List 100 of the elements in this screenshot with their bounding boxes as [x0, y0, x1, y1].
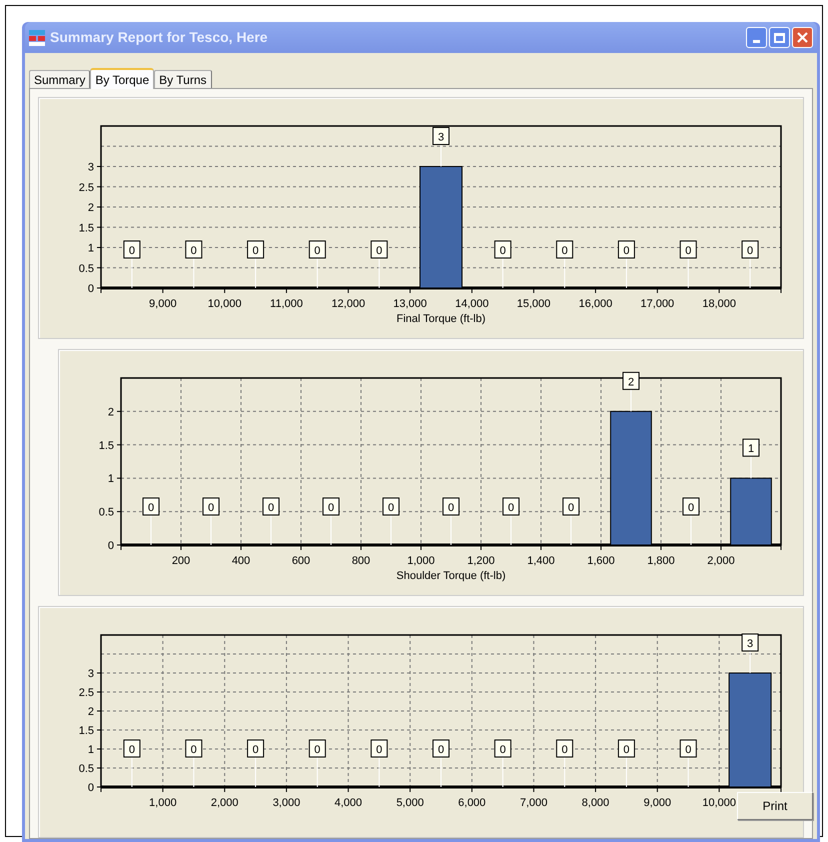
- axis-tick-label: 1,200: [467, 555, 495, 567]
- axis-tick-label: 1.5: [98, 440, 114, 452]
- data-label: 0: [328, 502, 334, 514]
- axis-tick-label: 1,400: [527, 555, 555, 567]
- axis-tick-label: 9,000: [644, 797, 672, 809]
- axis-tick-label: 200: [172, 555, 190, 567]
- axis-tick-label: 800: [352, 555, 370, 567]
- axis-tick-label: 14,000: [455, 298, 489, 310]
- value-label: 0: [618, 740, 635, 758]
- axis-tick-label: 2: [88, 202, 94, 214]
- value-label: 0: [185, 740, 202, 758]
- data-label: 0: [562, 245, 568, 257]
- window-title: Summary Report for Tesco, Here: [50, 28, 268, 47]
- axis-tick-label: 2: [88, 706, 94, 718]
- value-label: 0: [123, 740, 140, 758]
- data-label: 0: [376, 744, 382, 756]
- axis-tick-label: 2: [108, 406, 114, 418]
- data-label: 0: [562, 744, 568, 756]
- axis-tick-label: 600: [292, 555, 310, 567]
- data-label: 0: [500, 245, 506, 257]
- value-label: 0: [494, 740, 512, 758]
- value-label: 0: [680, 240, 697, 258]
- axis-tick-label: 10,000: [702, 797, 736, 809]
- axis-tick-label: 6,000: [458, 797, 486, 809]
- axis-tick-label: 1.5: [78, 222, 94, 234]
- axis-tick-label: 7,000: [520, 797, 548, 809]
- value-label: 0: [370, 740, 388, 758]
- axis-tick-label: 15,000: [516, 298, 551, 310]
- axis-tick-label: 3: [88, 162, 94, 174]
- data-label: 0: [314, 744, 320, 756]
- value-label: 0: [680, 740, 697, 758]
- axis-tick-label: 2.5: [78, 182, 94, 194]
- axis-tick-label: 1,600: [587, 555, 615, 567]
- data-label: 0: [508, 502, 514, 514]
- value-label: 0: [247, 740, 264, 758]
- data-label: 0: [376, 245, 382, 257]
- value-label: 0: [432, 740, 450, 758]
- data-label: 0: [688, 502, 694, 514]
- axis-tick-label: 0: [88, 782, 94, 794]
- value-label: 0: [382, 498, 400, 516]
- data-label: 2: [628, 376, 634, 388]
- axis-tick-label: 2,000: [210, 797, 238, 809]
- maximize-button[interactable]: [769, 27, 790, 48]
- value-label: 0: [142, 498, 160, 516]
- axis-tick-label: 1.5: [78, 725, 94, 737]
- value-label: 0: [442, 498, 460, 516]
- axis-tick-label: 8,000: [582, 797, 610, 809]
- data-label: 0: [500, 744, 506, 756]
- data-label: 0: [268, 502, 274, 514]
- value-label: 3: [742, 634, 759, 652]
- print-button[interactable]: Print: [737, 792, 813, 820]
- value-label: 0: [494, 240, 512, 258]
- app-logo-icon: [29, 30, 45, 46]
- value-label: 0: [308, 240, 326, 258]
- data-label: 0: [190, 744, 197, 756]
- axis-tick-label: 1: [108, 473, 114, 486]
- value-label: 0: [682, 498, 700, 516]
- tab[interactable]: Summary: [29, 70, 90, 88]
- close-button[interactable]: [792, 27, 813, 48]
- value-label: 0: [562, 498, 580, 516]
- value-label: 0: [618, 240, 635, 258]
- axis-tick-label: 4,000: [334, 797, 362, 809]
- value-label: 0: [308, 740, 326, 758]
- axis-tick-label: 10,000: [208, 298, 242, 310]
- data-label: 0: [128, 245, 135, 257]
- axis-tick-label: 18,000: [702, 298, 736, 310]
- data-label: 0: [252, 744, 259, 756]
- value-label: 0: [556, 740, 574, 758]
- data-label: 0: [388, 502, 394, 514]
- data-label: 0: [623, 245, 630, 257]
- axis-tick-label: 2.5: [78, 687, 94, 699]
- tab[interactable]: By Turns: [154, 70, 212, 88]
- axis-tick-label: 3,000: [272, 797, 300, 809]
- data-label: 0: [208, 502, 214, 514]
- data-label: 1: [748, 443, 754, 456]
- data-label: 0: [314, 245, 320, 257]
- axis-tick-label: 1,000: [149, 797, 177, 809]
- axis-tick-label: 1: [88, 242, 94, 254]
- value-label: 0: [123, 240, 140, 258]
- axis-tick-label: 3: [88, 668, 94, 680]
- axis-title: Final Torque (ft-lb): [396, 313, 486, 325]
- axis-tick-label: 1,000: [407, 555, 435, 567]
- value-label: 1: [742, 438, 760, 457]
- data-label: 3: [438, 132, 444, 144]
- axis-tick-label: 16,000: [578, 298, 612, 310]
- minimize-button[interactable]: [746, 27, 767, 48]
- data-label: 0: [747, 245, 754, 257]
- axis-tick-label: 0.5: [98, 506, 114, 519]
- axis-tick-label: 5,000: [396, 797, 424, 809]
- axis-tick-label: 0.5: [78, 262, 94, 275]
- axis-tick-label: 13,000: [393, 298, 427, 310]
- value-label: 0: [370, 240, 388, 258]
- axis-tick-label: 0: [88, 283, 94, 295]
- value-label: 2: [622, 372, 640, 390]
- axis-title: Shoulder Torque (ft-lb): [396, 570, 506, 582]
- axis-tick-label: 17,000: [640, 298, 674, 310]
- axis-tick-label: 1,800: [647, 555, 675, 567]
- axis-tick-label: 0.5: [78, 763, 94, 775]
- tab[interactable]: By Torque: [90, 68, 154, 89]
- axis-tick-label: 12,000: [331, 298, 366, 310]
